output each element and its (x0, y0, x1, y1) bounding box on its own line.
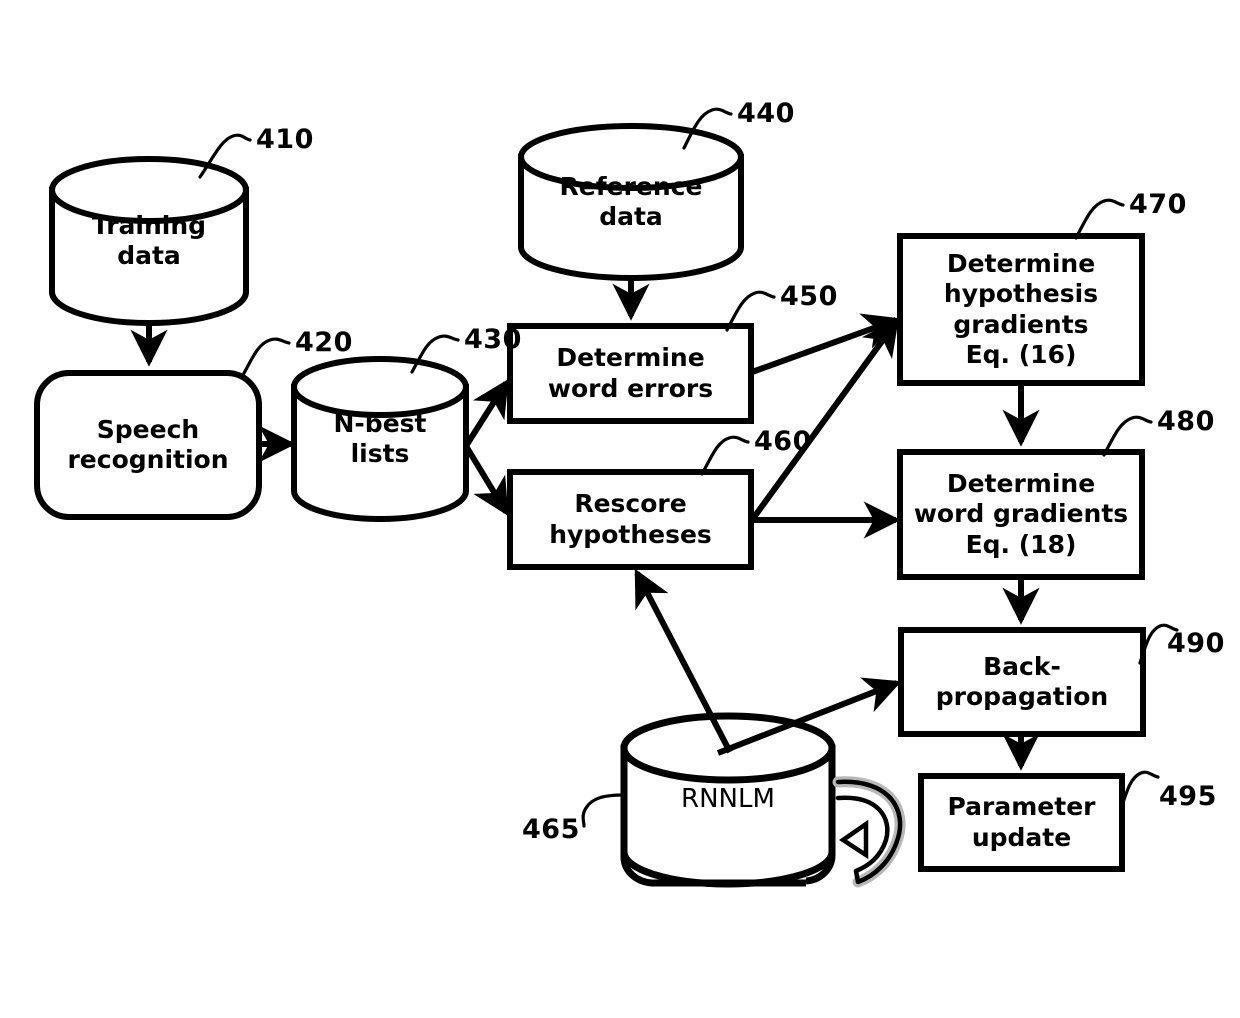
leader-470 (1074, 198, 1125, 240)
edge-nbest-to-rescore (463, 444, 509, 517)
leader-465 (581, 793, 626, 828)
shape-parameter-update (918, 773, 1125, 872)
leader-495 (1119, 770, 1160, 811)
ref-number-470: 470 (1129, 189, 1187, 220)
shape-rnnlm (620, 712, 836, 888)
ref-number-495: 495 (1159, 781, 1217, 812)
ref-number-465: 465 (522, 814, 580, 845)
shape-rescore-hypotheses (507, 469, 754, 570)
leader-460 (700, 435, 750, 476)
shape-back-propagation (898, 627, 1146, 737)
edge-nbest-to-word-errors (463, 378, 509, 448)
ref-number-440: 440 (737, 98, 795, 129)
shape-speech-recognition (34, 370, 262, 520)
edge-word-errors-to-hyp-gradients (750, 313, 901, 375)
shape-determine-word-gradients (897, 449, 1145, 580)
ref-number-420: 420 (295, 327, 353, 358)
shape-training-data (49, 156, 249, 326)
figure-canvas: Training data Speech recognition N-best … (0, 0, 1240, 1018)
ref-number-480: 480 (1157, 406, 1215, 437)
shape-determine-word-errors (507, 323, 754, 424)
ref-number-450: 450 (780, 281, 838, 312)
diagram-vector-layer (34, 107, 1179, 888)
ref-number-460: 460 (754, 426, 812, 457)
ref-number-410: 410 (256, 124, 314, 155)
ref-number-430: 430 (464, 324, 522, 355)
edge-rescore-to-hyp-gradients (749, 318, 899, 522)
leader-420 (241, 337, 291, 377)
shape-reference-data (518, 123, 744, 281)
shape-n-best-lists (291, 356, 469, 522)
ref-number-490: 490 (1167, 628, 1225, 659)
rnnlm-self-loop-arrow (832, 776, 906, 888)
shape-determine-hypothesis-gradients (897, 233, 1145, 386)
